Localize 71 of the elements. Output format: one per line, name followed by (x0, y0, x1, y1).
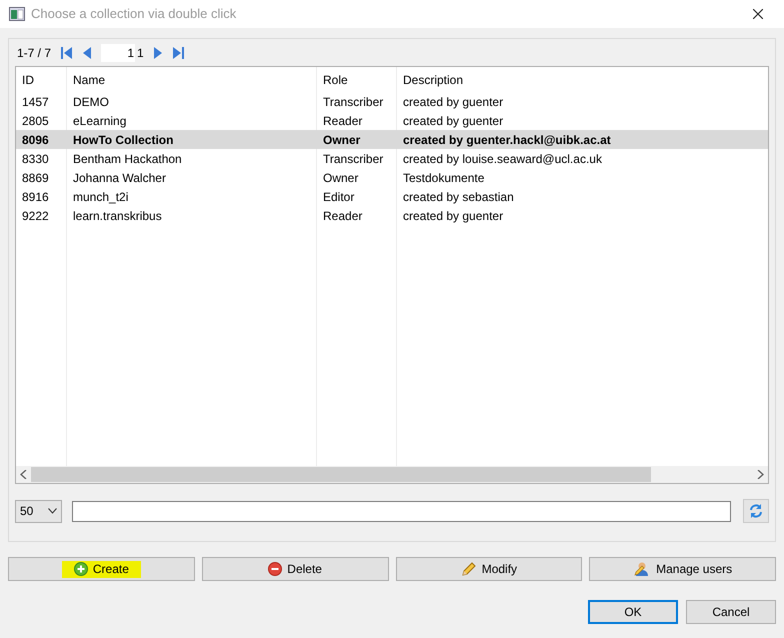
column-header[interactable]: Name (67, 67, 317, 92)
window-title: Choose a collection via double click (31, 5, 236, 24)
table-cell-text: Transcriber (322, 150, 384, 168)
table-row[interactable]: 8916 munch_t2i Editor created by sebastian (16, 187, 768, 206)
scrollbar-thumb[interactable] (31, 467, 651, 482)
page-size-dropdown[interactable]: 50 (15, 500, 62, 522)
pencil-icon (460, 561, 477, 577)
table-row[interactable]: 8330 Bentham Hackathon Transcriber created by louise.seaward@ucl.ac.uk (16, 149, 768, 168)
previous-page-button[interactable] (83, 46, 92, 58)
table-cell-text: 8096 (21, 132, 50, 148)
last-page-button[interactable] (172, 46, 184, 58)
refresh-button[interactable] (743, 499, 769, 523)
action-button[interactable]: Create (8, 557, 195, 581)
table-cell-text: 8916 (21, 188, 50, 206)
table-cell-text: created by guenter (402, 112, 504, 130)
refresh-icon (748, 503, 764, 519)
plus-icon (74, 562, 88, 576)
table-row[interactable]: 1457 DEMO Transcriber created by guenter (16, 92, 768, 111)
dialog-button[interactable]: OK (588, 600, 678, 624)
table-cell-text: created by guenter (402, 94, 504, 110)
column-header[interactable]: Role (317, 67, 397, 92)
filter-field[interactable] (72, 500, 731, 522)
chevron-down-icon (48, 508, 57, 514)
last-page-icon (172, 46, 184, 58)
table-cell-text: Owner (322, 170, 360, 186)
table-row[interactable]: 2805 eLearning Reader created by guenter (16, 111, 768, 130)
action-button[interactable]: Delete (202, 557, 388, 581)
column-header[interactable]: Description (397, 67, 768, 92)
table-cell-text: created by guenter.hackl@uibk.ac.at (402, 132, 612, 148)
table-cell-text: learn.transkribus (72, 208, 163, 224)
first-page-button[interactable] (61, 46, 74, 58)
table-cell-text: created by guenter (402, 208, 504, 224)
page-field[interactable]: 1 (101, 44, 136, 62)
first-page-icon (61, 46, 74, 58)
table-cell-text: Reader (322, 112, 364, 130)
table-cell-text: Bentham Hackathon (72, 150, 183, 168)
table-cell-text: Reader (322, 208, 364, 224)
scroll-left-icon[interactable] (20, 470, 27, 479)
table-cell-text: munch_t2i (72, 188, 130, 206)
action-button[interactable]: Manage users (589, 557, 776, 581)
table-cell-text: Editor (322, 188, 356, 206)
next-page-icon (154, 46, 162, 58)
table-cell-text: 9222 (21, 208, 50, 224)
action-button[interactable]: Modify (396, 557, 582, 581)
table-cell-text: DEMO (72, 94, 110, 110)
scroll-right-icon[interactable] (757, 470, 764, 479)
horizontal-scrollbar[interactable] (16, 466, 768, 483)
table-cell-text: Transcriber (322, 94, 384, 110)
table-cell-text: created by louise.seaward@ucl.ac.uk (402, 150, 603, 168)
table-cell-text: eLearning (72, 112, 128, 130)
table-cell-text: 2805 (21, 112, 50, 130)
table-row[interactable]: 8096 HowTo Collection Owner created by guenter.hackl@uibk.ac.at (16, 130, 768, 149)
table-row[interactable]: 8869 Johanna Walcher Owner Testdokumente (16, 168, 768, 187)
table-cell-text: 1457 (21, 94, 50, 110)
table-cell-text: 8330 (21, 150, 50, 168)
table-cell-text: Johanna Walcher (72, 170, 167, 186)
minus-icon (268, 562, 282, 576)
window-icon (9, 7, 25, 21)
table-cell-text: Owner (322, 132, 362, 148)
page-total: 1 (137, 44, 144, 62)
close-icon (753, 9, 763, 19)
dialog-button[interactable]: Cancel (686, 600, 776, 624)
table-cell-text: 8869 (21, 170, 50, 186)
next-page-button[interactable] (154, 46, 162, 58)
table-row[interactable]: 9222 learn.transkribus Reader created by guenter (16, 206, 768, 225)
table-cell-text: Testdokumente (402, 170, 486, 186)
table-cell-text: HowTo Collection (72, 132, 174, 148)
column-header[interactable]: ID (16, 67, 67, 92)
table-cell-text: created by sebastian (402, 188, 515, 206)
page-range: 1-7 / 7 (17, 44, 52, 62)
previous-page-icon (83, 46, 92, 58)
